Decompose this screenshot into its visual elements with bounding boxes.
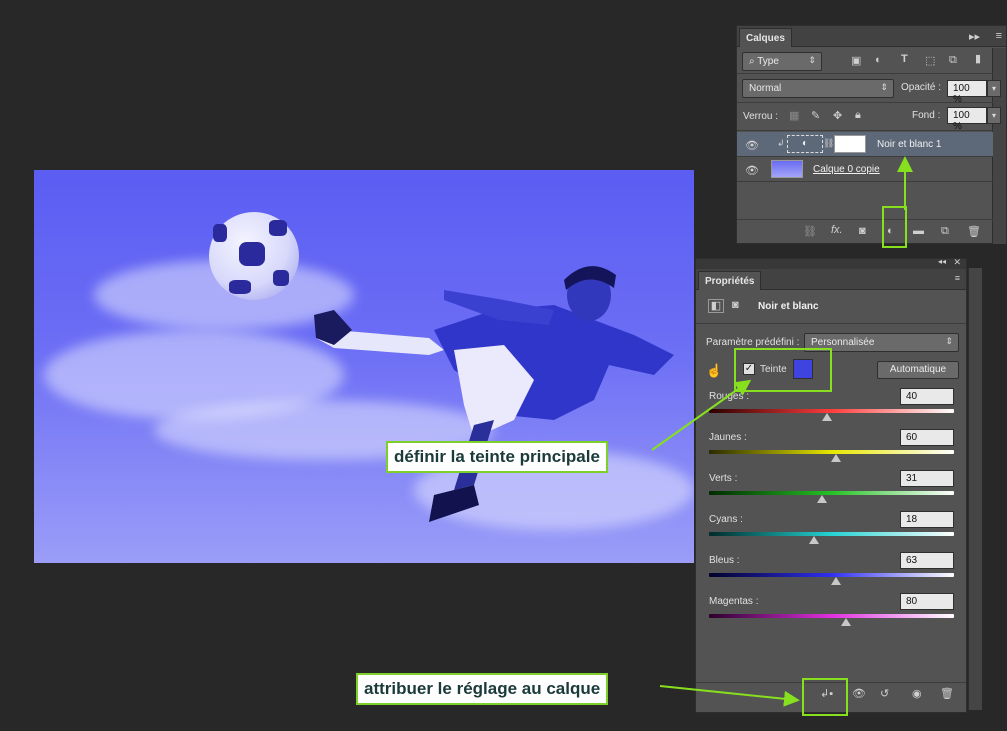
close-icon[interactable]: ✕ bbox=[953, 257, 961, 268]
fill-label: Fond : bbox=[912, 110, 941, 121]
lock-position-move-icon[interactable]: ✥ bbox=[833, 109, 842, 122]
panel-menu-icon[interactable]: ≡ bbox=[996, 30, 1002, 42]
smart-object-filter-icon[interactable]: ⧉ bbox=[949, 54, 957, 67]
updown-arrow-icon: ⇕ bbox=[880, 82, 888, 92]
slider-label: Bleus : bbox=[709, 555, 740, 566]
callout-tint: définir la teinte principale bbox=[386, 441, 608, 473]
soccer-player bbox=[314, 266, 674, 522]
blend-mode-select[interactable]: Normal ⇕ bbox=[742, 79, 894, 98]
properties-panel: ◂◂ ✕ Propriétés ≡ ◧ ◙ Noir et blanc Para… bbox=[695, 257, 967, 713]
panel-menu-icon[interactable]: ≡ bbox=[955, 273, 960, 283]
slider-value-input[interactable]: 60 bbox=[900, 429, 954, 446]
slider-label: Cyans : bbox=[709, 514, 743, 525]
slider-value-input[interactable]: 31 bbox=[900, 470, 954, 487]
lock-pixels-brush-icon[interactable]: ✎ bbox=[811, 109, 820, 122]
adjustment-type-icon: ◧ bbox=[708, 299, 724, 313]
layer-name: Noir et blanc 1 bbox=[877, 139, 942, 150]
view-previous-state-icon[interactable]: 👁︎ bbox=[852, 687, 866, 700]
slider-value-input[interactable]: 40 bbox=[900, 388, 954, 405]
properties-scrollbar[interactable] bbox=[968, 268, 982, 710]
slider-value-input[interactable]: 80 bbox=[900, 593, 954, 610]
preset-value: Personnalisée bbox=[811, 337, 875, 348]
slider-thumb[interactable] bbox=[841, 618, 852, 626]
mask-icon[interactable]: ◙ bbox=[732, 299, 739, 311]
adjustment-layer-filter-icon[interactable]: ◐ bbox=[875, 54, 882, 66]
slider-value-input[interactable]: 63 bbox=[900, 552, 954, 569]
properties-tabbar: Propriétés ≡ bbox=[696, 269, 966, 290]
collapse-icon[interactable]: ◂◂ bbox=[938, 257, 946, 266]
layer-name: Calque 0 copie bbox=[813, 164, 880, 175]
document-canvas[interactable] bbox=[34, 170, 694, 563]
fill-input[interactable]: 100 % bbox=[947, 107, 987, 132]
panel-header-strip: ◂◂ ✕ bbox=[696, 257, 966, 269]
image-thumbnail bbox=[771, 160, 803, 178]
slider-label: Jaunes : bbox=[709, 432, 747, 443]
slider-label: Magentas : bbox=[709, 596, 759, 607]
pixel-layer-filter-icon[interactable]: ▣ bbox=[851, 54, 861, 67]
layers-bottom-bar: ⛓ fx. ◙ ◐ ▬ ⧉ 🗑︎ bbox=[737, 219, 993, 243]
lock-transparency-icon[interactable]: ▦ bbox=[789, 109, 799, 122]
eye-icon[interactable]: 👁︎ bbox=[745, 139, 759, 152]
type-layer-filter-icon[interactable]: T bbox=[901, 53, 908, 65]
layers-scrollbar[interactable] bbox=[992, 48, 1006, 244]
targeted-adjustment-hand-icon[interactable]: ☝ bbox=[706, 363, 722, 379]
clip-arrow-icon: ↲ bbox=[777, 138, 785, 148]
collapse-icon[interactable]: ▸▸ bbox=[969, 30, 980, 43]
opacity-input[interactable]: 100 % bbox=[947, 80, 987, 105]
opacity-dropdown[interactable]: ▾ bbox=[987, 80, 1001, 97]
new-group-folder-icon[interactable]: ▬ bbox=[913, 225, 924, 237]
shape-layer-filter-icon[interactable]: ⬚ bbox=[925, 54, 935, 67]
slider-thumb[interactable] bbox=[816, 495, 827, 503]
layer-row-noir-et-blanc[interactable]: 👁︎ ↲ ◐ ⛓ Noir et blanc 1 bbox=[737, 132, 993, 157]
adjustment-thumbnail: ◐ bbox=[787, 135, 823, 153]
highlight-clip-button bbox=[802, 678, 848, 716]
layers-tabbar: Calques ▸▸ ≡ bbox=[737, 26, 1006, 47]
reset-icon[interactable]: ↺ bbox=[880, 687, 889, 700]
lock-label: Verrou : bbox=[743, 111, 779, 122]
slider-thumb[interactable] bbox=[809, 536, 820, 544]
callout-clip: attribuer le réglage au calque bbox=[356, 673, 609, 705]
slider-track[interactable] bbox=[709, 491, 954, 495]
lock-all-icon[interactable]: 🔒︎ bbox=[855, 109, 861, 122]
slider-label: Verts : bbox=[709, 473, 738, 484]
slider-thumb[interactable] bbox=[821, 413, 832, 421]
blend-mode-value: Normal bbox=[749, 83, 782, 94]
updown-arrow-icon: ⇕ bbox=[808, 55, 816, 65]
filter-toggle-icon[interactable]: ▮ bbox=[975, 52, 981, 65]
trash-icon[interactable]: 🗑︎ bbox=[940, 687, 954, 700]
fx-icon[interactable]: fx. bbox=[831, 224, 843, 236]
layer-row-calque-copie[interactable]: 👁︎ Calque 0 copie bbox=[737, 157, 993, 182]
eye-icon[interactable]: 👁︎ bbox=[745, 164, 759, 177]
layers-panel: Calques ▸▸ ≡ ⌕ Type ⇕ ▣ ◐ T ⬚ ⧉ ▮ Normal… bbox=[736, 25, 1007, 244]
chain-link-icon: ⛓ bbox=[823, 138, 835, 148]
fill-dropdown[interactable]: ▾ bbox=[987, 107, 1001, 124]
slider-track[interactable] bbox=[709, 614, 954, 618]
slider-label: Rouges : bbox=[709, 391, 750, 402]
slider-thumb[interactable] bbox=[831, 454, 842, 462]
search-icon: ⌕ bbox=[749, 56, 758, 67]
adjustment-title: Noir et blanc bbox=[758, 301, 819, 312]
filter-type-value: Type bbox=[757, 56, 779, 67]
tab-calques[interactable]: Calques bbox=[739, 28, 792, 47]
add-mask-icon[interactable]: ◙ bbox=[859, 225, 866, 237]
mask-thumbnail bbox=[834, 135, 866, 153]
slider-thumb[interactable] bbox=[831, 577, 842, 585]
layer-filter-select[interactable]: ⌕ Type ⇕ bbox=[742, 52, 822, 71]
link-layers-icon[interactable]: ⛓ bbox=[803, 225, 817, 238]
trash-icon[interactable]: 🗑︎ bbox=[967, 225, 981, 238]
updown-arrow-icon: ⇕ bbox=[945, 336, 953, 346]
opacity-label: Opacité : bbox=[901, 82, 942, 93]
tab-proprietes[interactable]: Propriétés bbox=[698, 271, 762, 290]
slider-track[interactable] bbox=[709, 532, 954, 536]
highlight-adjustment-button bbox=[882, 206, 907, 248]
preset-label: Paramètre prédéfini : bbox=[706, 337, 800, 348]
slider-value-input[interactable]: 18 bbox=[900, 511, 954, 528]
visibility-eye-icon[interactable]: ◉ bbox=[912, 687, 922, 700]
new-layer-icon[interactable]: ⧉ bbox=[941, 225, 949, 238]
highlight-tint bbox=[734, 348, 832, 392]
auto-button[interactable]: Automatique bbox=[877, 361, 959, 379]
